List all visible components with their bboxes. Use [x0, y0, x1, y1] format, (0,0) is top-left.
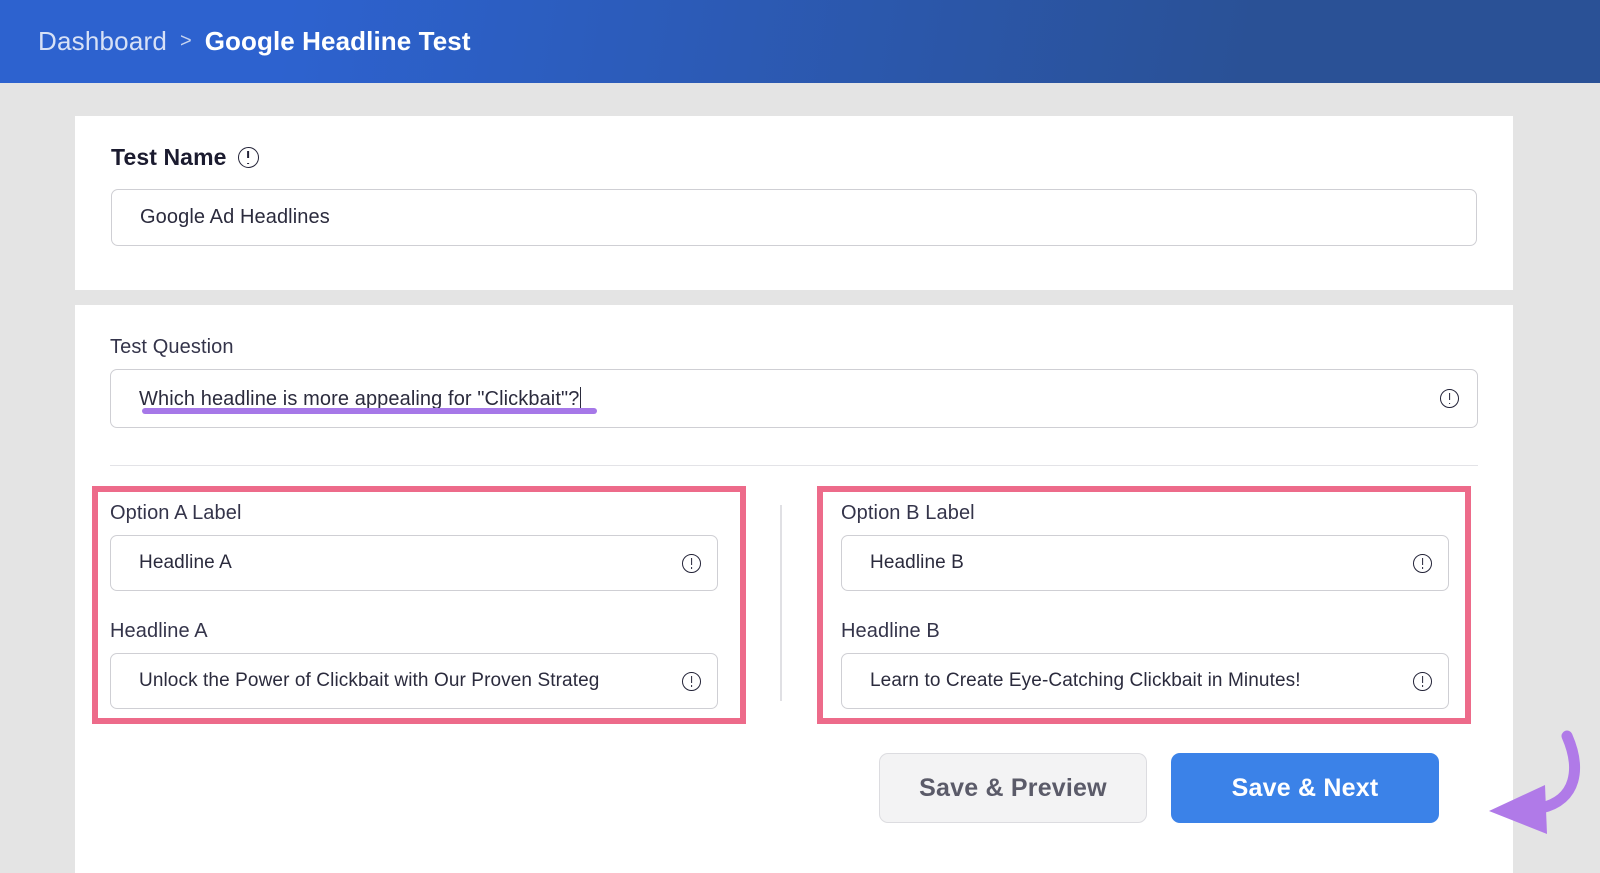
test-question-label: Test Question: [110, 336, 234, 359]
column-divider: [780, 505, 782, 701]
option-a-headline-value: Unlock the Power of Clickbait with Our P…: [139, 670, 682, 692]
option-a-headline-caption: Headline A: [110, 620, 208, 643]
save-preview-button[interactable]: Save & Preview: [879, 753, 1147, 823]
option-a-label-value: Headline A: [139, 552, 682, 574]
save-next-button[interactable]: Save & Next: [1171, 753, 1439, 823]
option-b-label-value: Headline B: [870, 552, 1413, 574]
option-b-headline-value: Learn to Create Eye-Catching Clickbait i…: [870, 670, 1413, 692]
info-circle-icon[interactable]: [682, 554, 701, 573]
test-name-card: Test Name Google Ad Headlines: [75, 116, 1513, 290]
option-b-headline-input[interactable]: Learn to Create Eye-Catching Clickbait i…: [841, 653, 1449, 709]
info-circle-icon[interactable]: [238, 147, 259, 168]
test-name-input-value: Google Ad Headlines: [140, 206, 1458, 229]
option-a-headline-input[interactable]: Unlock the Power of Clickbait with Our P…: [110, 653, 718, 709]
info-circle-icon[interactable]: [1413, 672, 1432, 691]
question-underline-annotation: [142, 408, 597, 414]
test-question-input[interactable]: Which headline is more appealing for "Cl…: [110, 369, 1478, 428]
info-circle-icon[interactable]: [682, 672, 701, 691]
page-title: Test Name: [111, 144, 259, 171]
option-b-label-input[interactable]: Headline B: [841, 535, 1449, 591]
option-a-label-input[interactable]: Headline A: [110, 535, 718, 591]
text-cursor: [580, 387, 581, 409]
test-configuration-card: Test Question Which headline is more app…: [75, 305, 1513, 873]
test-name-heading: Test Name: [111, 144, 227, 171]
section-divider: [110, 465, 1478, 466]
app-header: Dashboard > Google Headline Test: [0, 0, 1600, 83]
option-b-headline-caption: Headline B: [841, 620, 940, 643]
info-circle-icon[interactable]: [1440, 389, 1459, 408]
breadcrumb-link-dashboard[interactable]: Dashboard: [38, 26, 167, 57]
test-name-input[interactable]: Google Ad Headlines: [111, 189, 1477, 246]
option-a-label-caption: Option A Label: [110, 502, 242, 525]
breadcrumb-current-page: Google Headline Test: [205, 26, 471, 57]
option-b-label-caption: Option B Label: [841, 502, 975, 525]
breadcrumb-separator-icon: >: [180, 31, 192, 51]
info-circle-icon[interactable]: [1413, 554, 1432, 573]
test-question-input-value: Which headline is more appealing for "Cl…: [139, 388, 579, 410]
breadcrumb: Dashboard > Google Headline Test: [38, 26, 471, 57]
